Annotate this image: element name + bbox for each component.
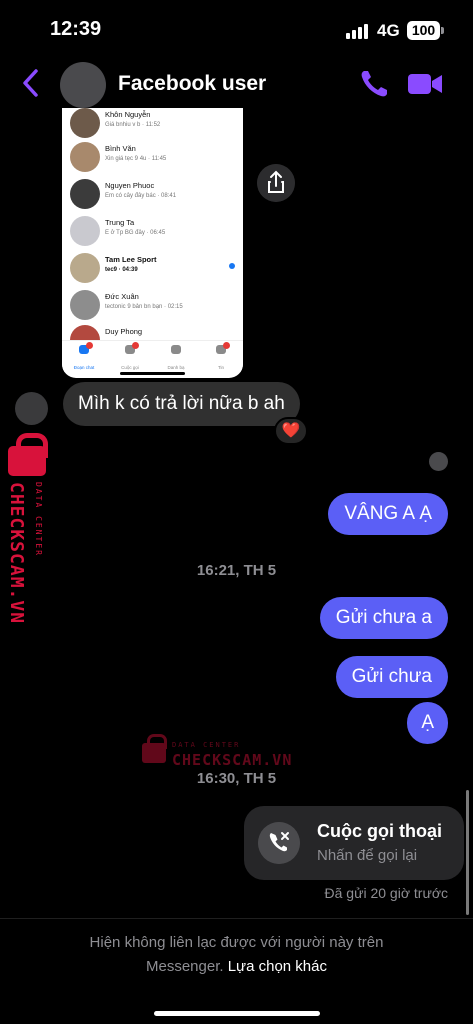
video-call-icon[interactable] [407, 70, 443, 98]
tab-stories: Tin [201, 341, 241, 374]
sender-avatar[interactable] [15, 392, 48, 425]
status-time: 12:39 [50, 18, 102, 40]
chat-name: Khôn Nguyễn [105, 110, 151, 119]
back-icon[interactable] [20, 68, 42, 98]
unread-dot-icon [229, 263, 235, 269]
list-item: Khôn Nguyễn Giá bnhiu v b · 11:52 [62, 108, 243, 142]
call-subtitle: Nhấn để gọi lại [317, 847, 418, 864]
missed-call-card[interactable]: Cuộc gọi thoại Nhấn để gọi lại [244, 806, 464, 880]
other-options-link[interactable]: Lựa chọn khác [228, 958, 327, 975]
chat-icon [79, 342, 93, 354]
incoming-message[interactable]: Mìh k có trả lời nữa b ah [63, 382, 300, 426]
shared-screenshot-image[interactable]: Khôn Nguyễn Giá bnhiu v b · 11:52 Bình V… [62, 108, 243, 378]
notice-text-line2: Messenger. [146, 958, 224, 975]
chat-name: Bình Văn [105, 144, 136, 153]
contact-avatar[interactable] [60, 62, 106, 108]
scrollbar[interactable] [466, 790, 469, 915]
call-title: Cuộc gọi thoại [317, 821, 442, 841]
missed-call-icon [258, 822, 300, 864]
tab-bar: Đoạn chat Cuộc gọi Danh bạ Tin [62, 340, 243, 372]
avatar [70, 108, 100, 138]
chat-header: Facebook user [0, 56, 473, 112]
watermark-logo: CHECKSCAM.VN DATA CENTER [4, 433, 52, 645]
phone-call-icon[interactable] [358, 68, 390, 100]
timestamp: 16:21, TH 5 [196, 562, 277, 579]
status-bar: 12:39 4G 100 [0, 0, 473, 56]
share-icon[interactable] [257, 164, 295, 202]
watermark-logo: DATA CENTER CHECKSCAM.VN [140, 734, 300, 775]
network-label: 4G [377, 21, 400, 40]
avatar [70, 179, 100, 209]
chat-preview: tectonic 9 bản bn bạn · 02:15 [105, 304, 183, 310]
stories-icon [216, 342, 230, 354]
heart-reaction-icon[interactable]: ❤️ [274, 417, 308, 445]
avatar [70, 216, 100, 246]
lock-icon [8, 433, 48, 476]
list-item: Trung Ta E ở Tp BG đây · 06:45 [62, 214, 243, 250]
badge-icon [86, 342, 93, 349]
badge-icon [223, 342, 230, 349]
people-icon [171, 345, 181, 354]
list-item: Tam Lee Sport tec9 · 04:39 [62, 251, 243, 287]
list-item: Nguyen Phuoc Em có cây đây bác · 08:41 [62, 177, 243, 213]
signal-icon [346, 23, 370, 39]
avatar [70, 290, 100, 320]
outgoing-message[interactable]: Gửi chưa a [319, 597, 448, 639]
chat-preview: tec9 · 04:39 [105, 267, 138, 273]
contact-name[interactable]: Facebook user [118, 72, 266, 96]
chat-preview: E ở Tp BG đây · 06:45 [105, 230, 166, 236]
chat-name: Đức Xuân [105, 292, 139, 301]
home-indicator[interactable] [154, 1011, 320, 1016]
notice-text: Hiện không liên lạc được với người này t… [89, 934, 384, 951]
outgoing-message[interactable]: Gửi chưa [335, 656, 448, 698]
chat-name: Trung Ta [105, 218, 135, 227]
chat-preview: Em có cây đây bác · 08:41 [105, 193, 177, 199]
lock-icon [142, 734, 167, 763]
chat-preview: Xin giá tẹc 9 4u · 11:45 [105, 156, 167, 162]
chat-preview: Giá bnhiu v b · 11:52 [105, 122, 161, 128]
list-item: Đức Xuân tectonic 9 bản bn bạn · 02:15 [62, 288, 243, 324]
outgoing-message[interactable]: Ạ [407, 702, 448, 744]
timestamp: 16:30, TH 5 [196, 770, 277, 787]
tab-contacts: Danh bạ [156, 341, 196, 374]
battery-icon: 100 [407, 21, 444, 40]
seen-avatar [429, 452, 448, 471]
video-icon [125, 342, 139, 354]
chat-name: Nguyen Phuoc [105, 181, 155, 190]
list-item: Bình Văn Xin giá tẹc 9 4u · 11:45 [62, 140, 243, 176]
home-indicator [120, 372, 185, 375]
chat-name: Tam Lee Sport [105, 255, 157, 264]
avatar [70, 253, 100, 283]
badge-icon [132, 342, 139, 349]
chat-name: Duy Phong [105, 327, 143, 336]
footer-notice: Hiện không liên lạc được với người này t… [0, 918, 473, 1024]
avatar [70, 142, 100, 172]
outgoing-message[interactable]: VÂNG A Ạ [328, 493, 448, 535]
tab-chats: Đoạn chat [64, 341, 104, 374]
tab-calls: Cuộc gọi [110, 341, 150, 374]
sent-status: Đã gửi 20 giờ trước [324, 885, 448, 901]
